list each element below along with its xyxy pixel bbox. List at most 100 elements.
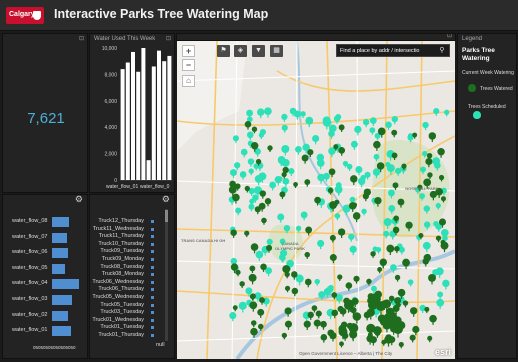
tree-symbol: [345, 282, 353, 291]
flow-bar-water_flow_03[interactable]: [52, 295, 72, 305]
tree-symbol: [402, 300, 409, 308]
tree-symbol: [391, 115, 398, 125]
flow-bar-water_flow_06[interactable]: [52, 248, 69, 259]
tree-symbol: [422, 241, 431, 253]
tree-symbol: [339, 308, 347, 317]
truck-list-item[interactable]: Truck11_Thursday: [99, 233, 144, 239]
flow-bar-water_flow_07[interactable]: [52, 232, 67, 243]
flow-row-label: water_flow_08: [12, 218, 48, 224]
truck-list-item[interactable]: Truck03_Tuesday: [100, 309, 144, 315]
flow-row-label: water_flow_02: [12, 311, 48, 318]
tree-symbol: [444, 109, 450, 117]
tree-symbol: [238, 301, 247, 313]
legend-title: Parks Tree Watering: [462, 47, 495, 62]
tree-symbol: [334, 213, 341, 221]
x-tick-label: water_flow_01: [106, 184, 138, 190]
tree-symbol: [293, 182, 298, 189]
tree-symbol: [437, 147, 445, 158]
tree-symbol: [407, 279, 414, 287]
tree-symbol: [239, 281, 245, 289]
tree-symbol: [244, 120, 252, 130]
flow-row-label: water_flow_04: [12, 280, 48, 287]
bar-water_flow_07: [151, 66, 156, 180]
truck-list-item[interactable]: Truck09_Monday: [102, 256, 144, 262]
tree-symbol: [279, 191, 286, 200]
tree-symbol: [328, 130, 335, 140]
truck-list-item[interactable]: Truck01_Wednesday: [92, 317, 144, 323]
tree-symbol: [424, 306, 430, 314]
panel-maximize-icon[interactable]: ⊡: [79, 35, 84, 42]
tree-symbol: [377, 267, 383, 274]
tree-symbol: [281, 124, 288, 133]
tree-symbol: [433, 108, 440, 116]
layers-icon[interactable]: ◈: [234, 45, 247, 57]
truck-list-item[interactable]: Truck08_Monday: [102, 271, 144, 277]
zoom-in-button[interactable]: +: [182, 45, 195, 57]
legend-item-label: Trees Scheduled: [468, 104, 506, 110]
street-line: [294, 41, 298, 359]
tree-symbol: [311, 305, 318, 313]
truck-value-marker: [151, 318, 154, 322]
bookmark-icon[interactable]: ⚑: [217, 45, 230, 57]
panel-maximize-icon[interactable]: ⊡: [447, 34, 452, 39]
search-icon[interactable]: ⚲: [437, 46, 447, 56]
tree-symbol: [394, 246, 400, 254]
tree-symbol: [281, 332, 287, 340]
water-used-panel: Water Used This Week ⊡ 0 2,000 4,000 6,000 8…: [89, 33, 175, 193]
truck-list-item[interactable]: Truck06_Thursday: [98, 286, 144, 292]
tree-symbol: [235, 269, 241, 277]
map-search[interactable]: ⚲: [336, 44, 450, 57]
flow-row-label: water_flow_06: [12, 249, 48, 256]
truck-list-item[interactable]: Truck08_Tuesday: [100, 264, 144, 270]
tree-symbol: [391, 129, 398, 138]
tree-symbol: [338, 124, 345, 132]
truck-list-item[interactable]: Truck09_Tuesday: [100, 248, 144, 254]
flow-bar-water_flow_04[interactable]: [52, 279, 80, 290]
truck-value-marker: [151, 288, 154, 292]
gear-icon[interactable]: ⚙: [162, 195, 170, 205]
gear-icon[interactable]: ⚙: [75, 195, 83, 205]
bar-water_flow_06: [146, 160, 151, 180]
flow-row-label: water_flow_07: [12, 233, 48, 240]
flow-bar-water_flow_05[interactable]: [52, 263, 65, 274]
truck-list-item[interactable]: Truck06_Wednesday: [92, 279, 144, 285]
flow-row-label: water_flow_03: [12, 296, 48, 302]
tree-symbol: [337, 274, 343, 281]
tree-symbol: [250, 293, 256, 301]
truck-list-item[interactable]: Truck10_Thursday: [98, 241, 144, 247]
truck-list-item[interactable]: Truck12_Thursday: [98, 218, 144, 224]
tree-scheduled-icon: [473, 111, 481, 119]
total-count-panel: ⊡ 7,621: [2, 33, 88, 193]
map-view[interactable]: TRANS CANADA HI GH NOSE HILL PARK CANADA…: [177, 41, 455, 359]
tree-symbol: [352, 312, 362, 324]
flow-bar-water_flow_01[interactable]: [52, 326, 72, 337]
flow-bar-water_flow_02[interactable]: [52, 310, 68, 321]
truck-list-item[interactable]: Truck05_Wednesday: [92, 294, 144, 300]
truck-value-marker: [151, 220, 154, 223]
tree-symbol: [394, 274, 401, 282]
legend-panel-title: Legend: [462, 36, 483, 42]
tree-symbol: [386, 244, 395, 256]
tree-symbol: [304, 278, 312, 288]
tree-symbol: [315, 310, 322, 319]
truck-list-scrollbar[interactable]: [165, 210, 168, 222]
basemap-gallery-icon[interactable]: ▦: [270, 45, 283, 57]
tree-symbol: [442, 279, 450, 290]
zoom-out-button[interactable]: −: [182, 59, 195, 71]
tree-symbol: [304, 251, 311, 259]
home-button[interactable]: ⌂: [182, 75, 195, 87]
truck-list-item[interactable]: Truck05_Tuesday: [100, 302, 144, 308]
search-input[interactable]: [340, 47, 435, 55]
truck-list-item[interactable]: Truck11_Wednesday: [93, 226, 144, 232]
flow-bar-water_flow_08[interactable]: [52, 217, 70, 227]
tree-symbol: [284, 320, 293, 330]
tree-symbol: [264, 198, 272, 207]
tree-symbol: [261, 217, 267, 225]
tree-symbol: [370, 251, 376, 258]
tree-symbol: [240, 148, 248, 158]
basemap[interactable]: [177, 41, 455, 359]
truck-list-item[interactable]: Truck01_Thursday: [98, 332, 144, 338]
truck-list-item[interactable]: Truck01_Tuesday: [100, 324, 144, 330]
city-logo[interactable]: Calgary: [6, 7, 44, 24]
filter-icon[interactable]: ▼: [252, 45, 265, 57]
